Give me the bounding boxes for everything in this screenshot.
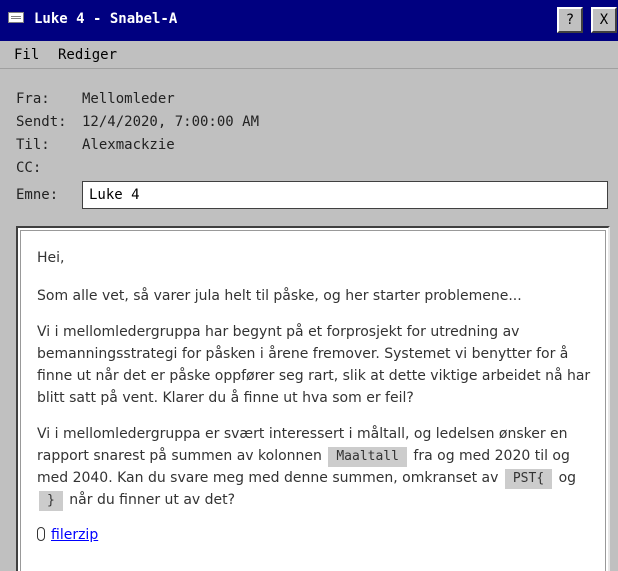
message-body: Hei, Som alle vet, så varer jula helt ti… [16,226,610,571]
title-bar: Luke 4 - Snabel-A ? X [0,0,618,41]
subject-label: Emne: [16,187,59,203]
menu-item-rediger[interactable]: Rediger [58,47,117,63]
from-label: Fra: [16,91,50,107]
sent-value: 12/4/2020, 7:00:00 AM [82,114,260,130]
from-value: Mellomleder [82,91,175,107]
to-label: Til: [16,137,50,153]
paragraph-1: Som alle vet, så varer jula helt til pås… [37,288,522,304]
menu-bar: Fil Rediger [0,41,618,69]
paragraph-3: Vi i mellomledergruppa er svært interess… [37,423,591,511]
code-pst-open: PST{ [504,469,553,489]
attachment-link[interactable]: filerzip [51,527,98,543]
paragraph-2: Vi i mellomledergruppa har begynt på et … [37,324,591,406]
cc-label: CC: [16,160,42,176]
sent-label: Sendt: [16,114,67,130]
window-title: Luke 4 - Snabel-A [34,11,178,27]
menu-item-fil[interactable]: Fil [14,47,39,63]
code-brace-close: } [39,491,63,511]
paperclip-icon [37,527,45,541]
close-button[interactable]: X [591,7,617,33]
subject-field[interactable]: Luke 4 [82,181,608,209]
mail-icon [8,12,24,23]
attachment: filerzip [37,527,98,543]
greeting: Hei, [37,250,65,266]
paragraph-3-text-c: og [558,470,577,486]
code-maaltall: Maaltall [328,447,407,467]
paragraph-3-text-d: når du finner ut av det? [69,492,236,508]
help-button[interactable]: ? [557,7,583,33]
to-value: Alexmackzie [82,137,175,153]
